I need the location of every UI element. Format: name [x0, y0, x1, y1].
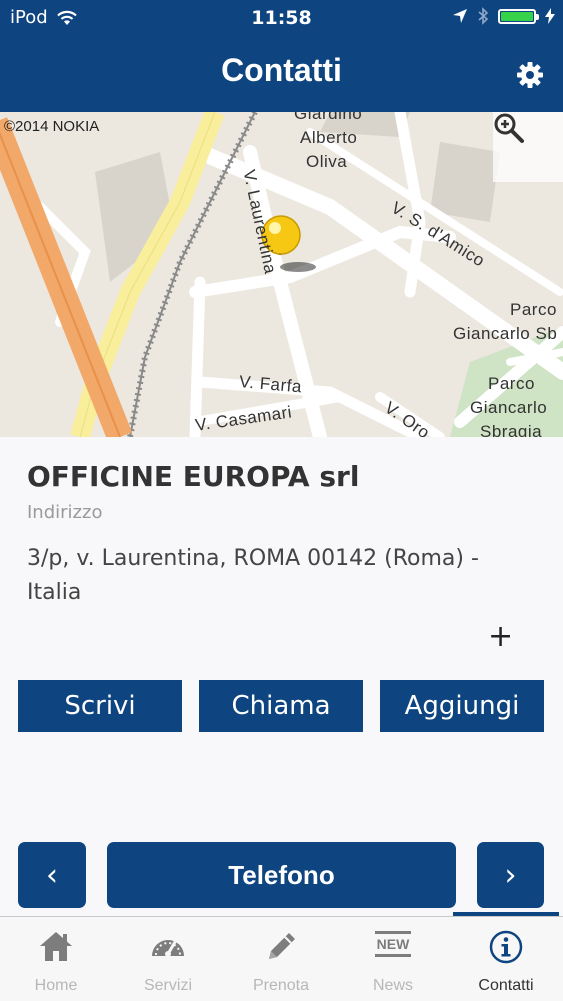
tab-label: Prenota — [252, 977, 310, 994]
charging-bolt-icon — [545, 8, 555, 24]
location-arrow-icon — [453, 9, 467, 23]
svg-text:NEW: NEW — [377, 936, 410, 952]
write-button[interactable]: Scrivi — [18, 680, 182, 732]
tab-prenota[interactable]: Prenota — [225, 917, 337, 1001]
tab-label: Servizi — [143, 977, 192, 994]
tab-label: Home — [34, 977, 78, 994]
news-icon: NEW — [375, 931, 411, 957]
pager-title: Telefono — [228, 859, 335, 890]
address-value: 3/p, v. Laurentina, ROMA 00142 (Roma) - … — [27, 546, 479, 605]
company-name: OFFICINE EUROPA srl — [27, 460, 360, 493]
map-label: Parco — [510, 300, 557, 319]
tab-contatti[interactable]: Contatti — [450, 917, 562, 1001]
zoom-button[interactable] — [493, 112, 563, 182]
pencil-icon — [269, 933, 295, 959]
gauge-icon — [152, 940, 184, 957]
home-icon — [40, 932, 72, 961]
map-copyright: ©2014 NOKIA — [4, 118, 100, 135]
expand-plus-button[interactable]: + — [488, 622, 513, 652]
map-label: Alberto — [300, 128, 358, 147]
next-button[interactable]: › — [477, 842, 544, 908]
zoom-in-icon — [494, 113, 524, 143]
nav-bar: Contatti — [0, 36, 563, 112]
tab-bar: Home Servizi Prenota NEW News Contatti — [0, 916, 563, 1001]
call-button[interactable]: Chiama — [199, 680, 363, 732]
map-label: Giardino — [294, 112, 363, 123]
tab-label: Contatti — [478, 977, 534, 994]
address-label: Indirizzo — [27, 502, 103, 523]
chevron-left-icon: ‹ — [46, 857, 58, 893]
tab-home[interactable]: Home — [0, 917, 112, 1001]
tab-servizi[interactable]: Servizi — [112, 917, 224, 1001]
battery-icon — [498, 8, 539, 24]
map-view[interactable]: ©2014 NOKIA Giardino Alberto Oliva V. S.… — [0, 112, 563, 437]
map-label: Giancarlo Sb — [453, 324, 558, 343]
map-label: Parco — [488, 374, 535, 393]
gear-icon[interactable] — [515, 60, 545, 90]
info-icon — [489, 930, 523, 964]
chevron-right-icon: › — [504, 857, 517, 893]
map-label: Oliva — [306, 152, 348, 171]
add-contact-button[interactable]: Aggiungi — [380, 680, 544, 732]
tab-news[interactable]: NEW News — [337, 917, 449, 1001]
page-title: Contatti — [221, 52, 342, 88]
map-label: Giancarlo — [470, 398, 548, 417]
prev-button[interactable]: ‹ — [18, 842, 86, 908]
bluetooth-icon — [478, 7, 489, 25]
tab-label: News — [372, 977, 413, 994]
status-bar: iPod 11:58 — [0, 0, 563, 36]
pager-title-button[interactable]: Telefono — [107, 842, 456, 908]
map-label: Sbragia — [480, 422, 543, 437]
